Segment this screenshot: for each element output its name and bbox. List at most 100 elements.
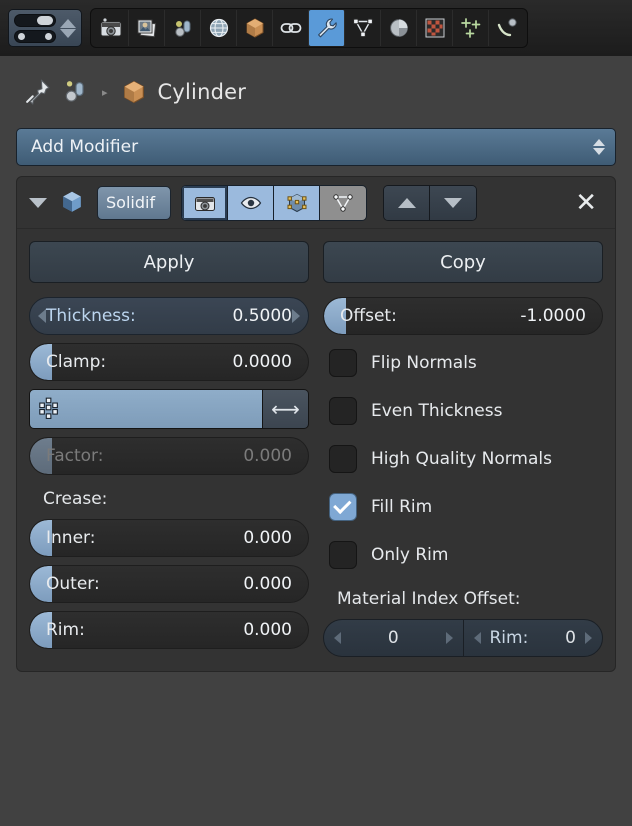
high-quality-normals-label: High Quality Normals — [371, 449, 552, 469]
photos-icon — [137, 19, 156, 38]
arrow-right-icon[interactable] — [445, 632, 453, 644]
chevron-down-icon[interactable] — [60, 28, 76, 38]
move-up-icon — [397, 197, 416, 208]
toggle-editmode[interactable] — [274, 185, 320, 220]
factor-value: 0.000 — [243, 446, 292, 466]
arrow-left-icon[interactable] — [38, 309, 46, 323]
camera-icon — [194, 196, 215, 211]
thickness-slider[interactable]: Thickness: 0.5000 — [29, 297, 309, 335]
crease-rim-label: Rim: — [46, 620, 85, 640]
tab-data[interactable] — [345, 10, 381, 46]
tab-material[interactable] — [381, 10, 417, 46]
even-thickness-label: Even Thickness — [371, 401, 503, 421]
solidify-modifier-panel: Solidif ✕ Apply Copy Thickness: 0.5000 C… — [16, 176, 616, 672]
crease-section-label: Crease: — [43, 489, 108, 509]
copy-button[interactable]: Copy — [323, 241, 603, 283]
pin-icon[interactable] — [22, 77, 52, 107]
material-rim-field[interactable]: Rim: 0 — [462, 619, 603, 657]
fill-rim-label: Fill Rim — [371, 497, 433, 517]
apply-button[interactable]: Apply — [29, 241, 309, 283]
chevron-up-icon[interactable] — [60, 18, 76, 28]
tab-object[interactable] — [237, 10, 273, 46]
tab-physics[interactable] — [489, 10, 525, 46]
arrow-right-icon[interactable] — [585, 632, 592, 644]
high-quality-normals-row[interactable]: High Quality Normals — [323, 439, 603, 479]
crease-inner-slider[interactable]: Inner: 0.000 — [29, 519, 309, 557]
expand-triangle-icon[interactable] — [29, 197, 47, 208]
toggle-viewport[interactable] — [228, 185, 274, 220]
toggle-cage[interactable] — [320, 185, 366, 220]
scene-object-icon[interactable] — [62, 78, 90, 106]
vertex-group-field[interactable] — [29, 389, 263, 429]
only-rim-checkbox[interactable] — [329, 541, 357, 569]
only-rim-label: Only Rim — [371, 545, 449, 565]
breadcrumb: ▸ Cylinder — [0, 56, 632, 128]
offset-value: -1.0000 — [520, 306, 586, 326]
globe-icon — [209, 18, 228, 38]
factor-slider[interactable]: Factor: 0.000 — [29, 437, 309, 475]
wrench-icon — [317, 18, 337, 38]
apply-copy-row: Apply Copy — [29, 241, 603, 283]
tab-particles[interactable] — [453, 10, 489, 46]
sphere-icon — [389, 19, 408, 37]
even-thickness-checkbox[interactable] — [329, 397, 357, 425]
cube-icon[interactable] — [120, 78, 148, 106]
close-icon[interactable]: ✕ — [569, 190, 603, 216]
modifier-name-field[interactable]: Solidif — [97, 185, 171, 220]
tab-scene[interactable] — [129, 10, 165, 46]
add-modifier-label: Add Modifier — [31, 137, 139, 157]
tab-modifiers[interactable] — [309, 10, 345, 46]
arrow-left-icon[interactable] — [473, 632, 481, 644]
flip-normals-label: Flip Normals — [371, 353, 477, 373]
tab-render[interactable] — [93, 10, 129, 46]
high-quality-normals-checkbox[interactable] — [329, 445, 357, 473]
material-offset-field[interactable]: 0 — [323, 619, 463, 657]
vertex-group-icon — [39, 397, 58, 419]
move-down-button[interactable] — [430, 185, 476, 220]
modifier-move-buttons — [383, 184, 477, 221]
modifier-display-toggles — [181, 184, 367, 221]
crease-outer-slider[interactable]: Outer: 0.000 — [29, 565, 309, 603]
offset-slider[interactable]: Offset: -1.0000 — [323, 297, 603, 335]
factor-label: Factor: — [46, 446, 104, 466]
move-up-button[interactable] — [384, 185, 430, 220]
material-index-row: 0 Rim: 0 — [323, 619, 603, 657]
eye-icon — [240, 196, 261, 209]
toggle-render[interactable] — [182, 185, 228, 220]
even-thickness-row[interactable]: Even Thickness — [323, 391, 603, 431]
crease-outer-label: Outer: — [46, 574, 100, 594]
sparkles-icon — [460, 18, 480, 38]
clamp-slider[interactable]: Clamp: 0.0000 — [29, 343, 309, 381]
tab-object-lamp[interactable] — [165, 10, 201, 46]
right-settings-column: Offset: -1.0000 Flip Normals Even Thickn… — [323, 297, 603, 657]
properties-tab-strip — [90, 8, 528, 48]
fill-rim-row[interactable]: Fill Rim — [323, 487, 603, 527]
left-settings-column: Thickness: 0.5000 Clamp: 0.0000 ⟷ Factor… — [29, 297, 309, 657]
arrow-right-icon[interactable] — [292, 309, 300, 323]
tab-constraints[interactable] — [273, 10, 309, 46]
mesh-triangle-icon — [352, 18, 373, 38]
flip-normals-checkbox[interactable] — [329, 349, 357, 377]
tab-world[interactable] — [201, 10, 237, 46]
fill-rim-checkbox[interactable] — [329, 493, 357, 521]
crease-rim-slider[interactable]: Rim: 0.000 — [29, 611, 309, 649]
breadcrumb-object-name: Cylinder — [157, 80, 247, 104]
modifier-name-text: Solidif — [106, 193, 156, 212]
arrow-left-icon[interactable] — [334, 632, 341, 644]
chain-link-icon — [280, 23, 301, 33]
add-modifier-dropdown[interactable]: Add Modifier — [16, 128, 616, 166]
cube-icon — [246, 18, 263, 38]
editor-type-pills — [14, 13, 56, 43]
material-rim-value: 0 — [565, 628, 576, 648]
lamp-icon — [174, 20, 190, 37]
flip-normals-row[interactable]: Flip Normals — [323, 343, 603, 383]
checker-icon — [425, 18, 444, 38]
only-rim-row[interactable]: Only Rim — [323, 535, 603, 575]
crease-outer-value: 0.000 — [243, 574, 292, 594]
vertex-group-invert-button[interactable]: ⟷ — [263, 389, 309, 429]
editor-type-selector[interactable] — [8, 9, 82, 47]
physics-icon — [497, 18, 517, 37]
editor-type-arrows[interactable] — [60, 18, 76, 38]
thickness-value: 0.5000 — [232, 306, 292, 326]
tab-texture[interactable] — [417, 10, 453, 46]
